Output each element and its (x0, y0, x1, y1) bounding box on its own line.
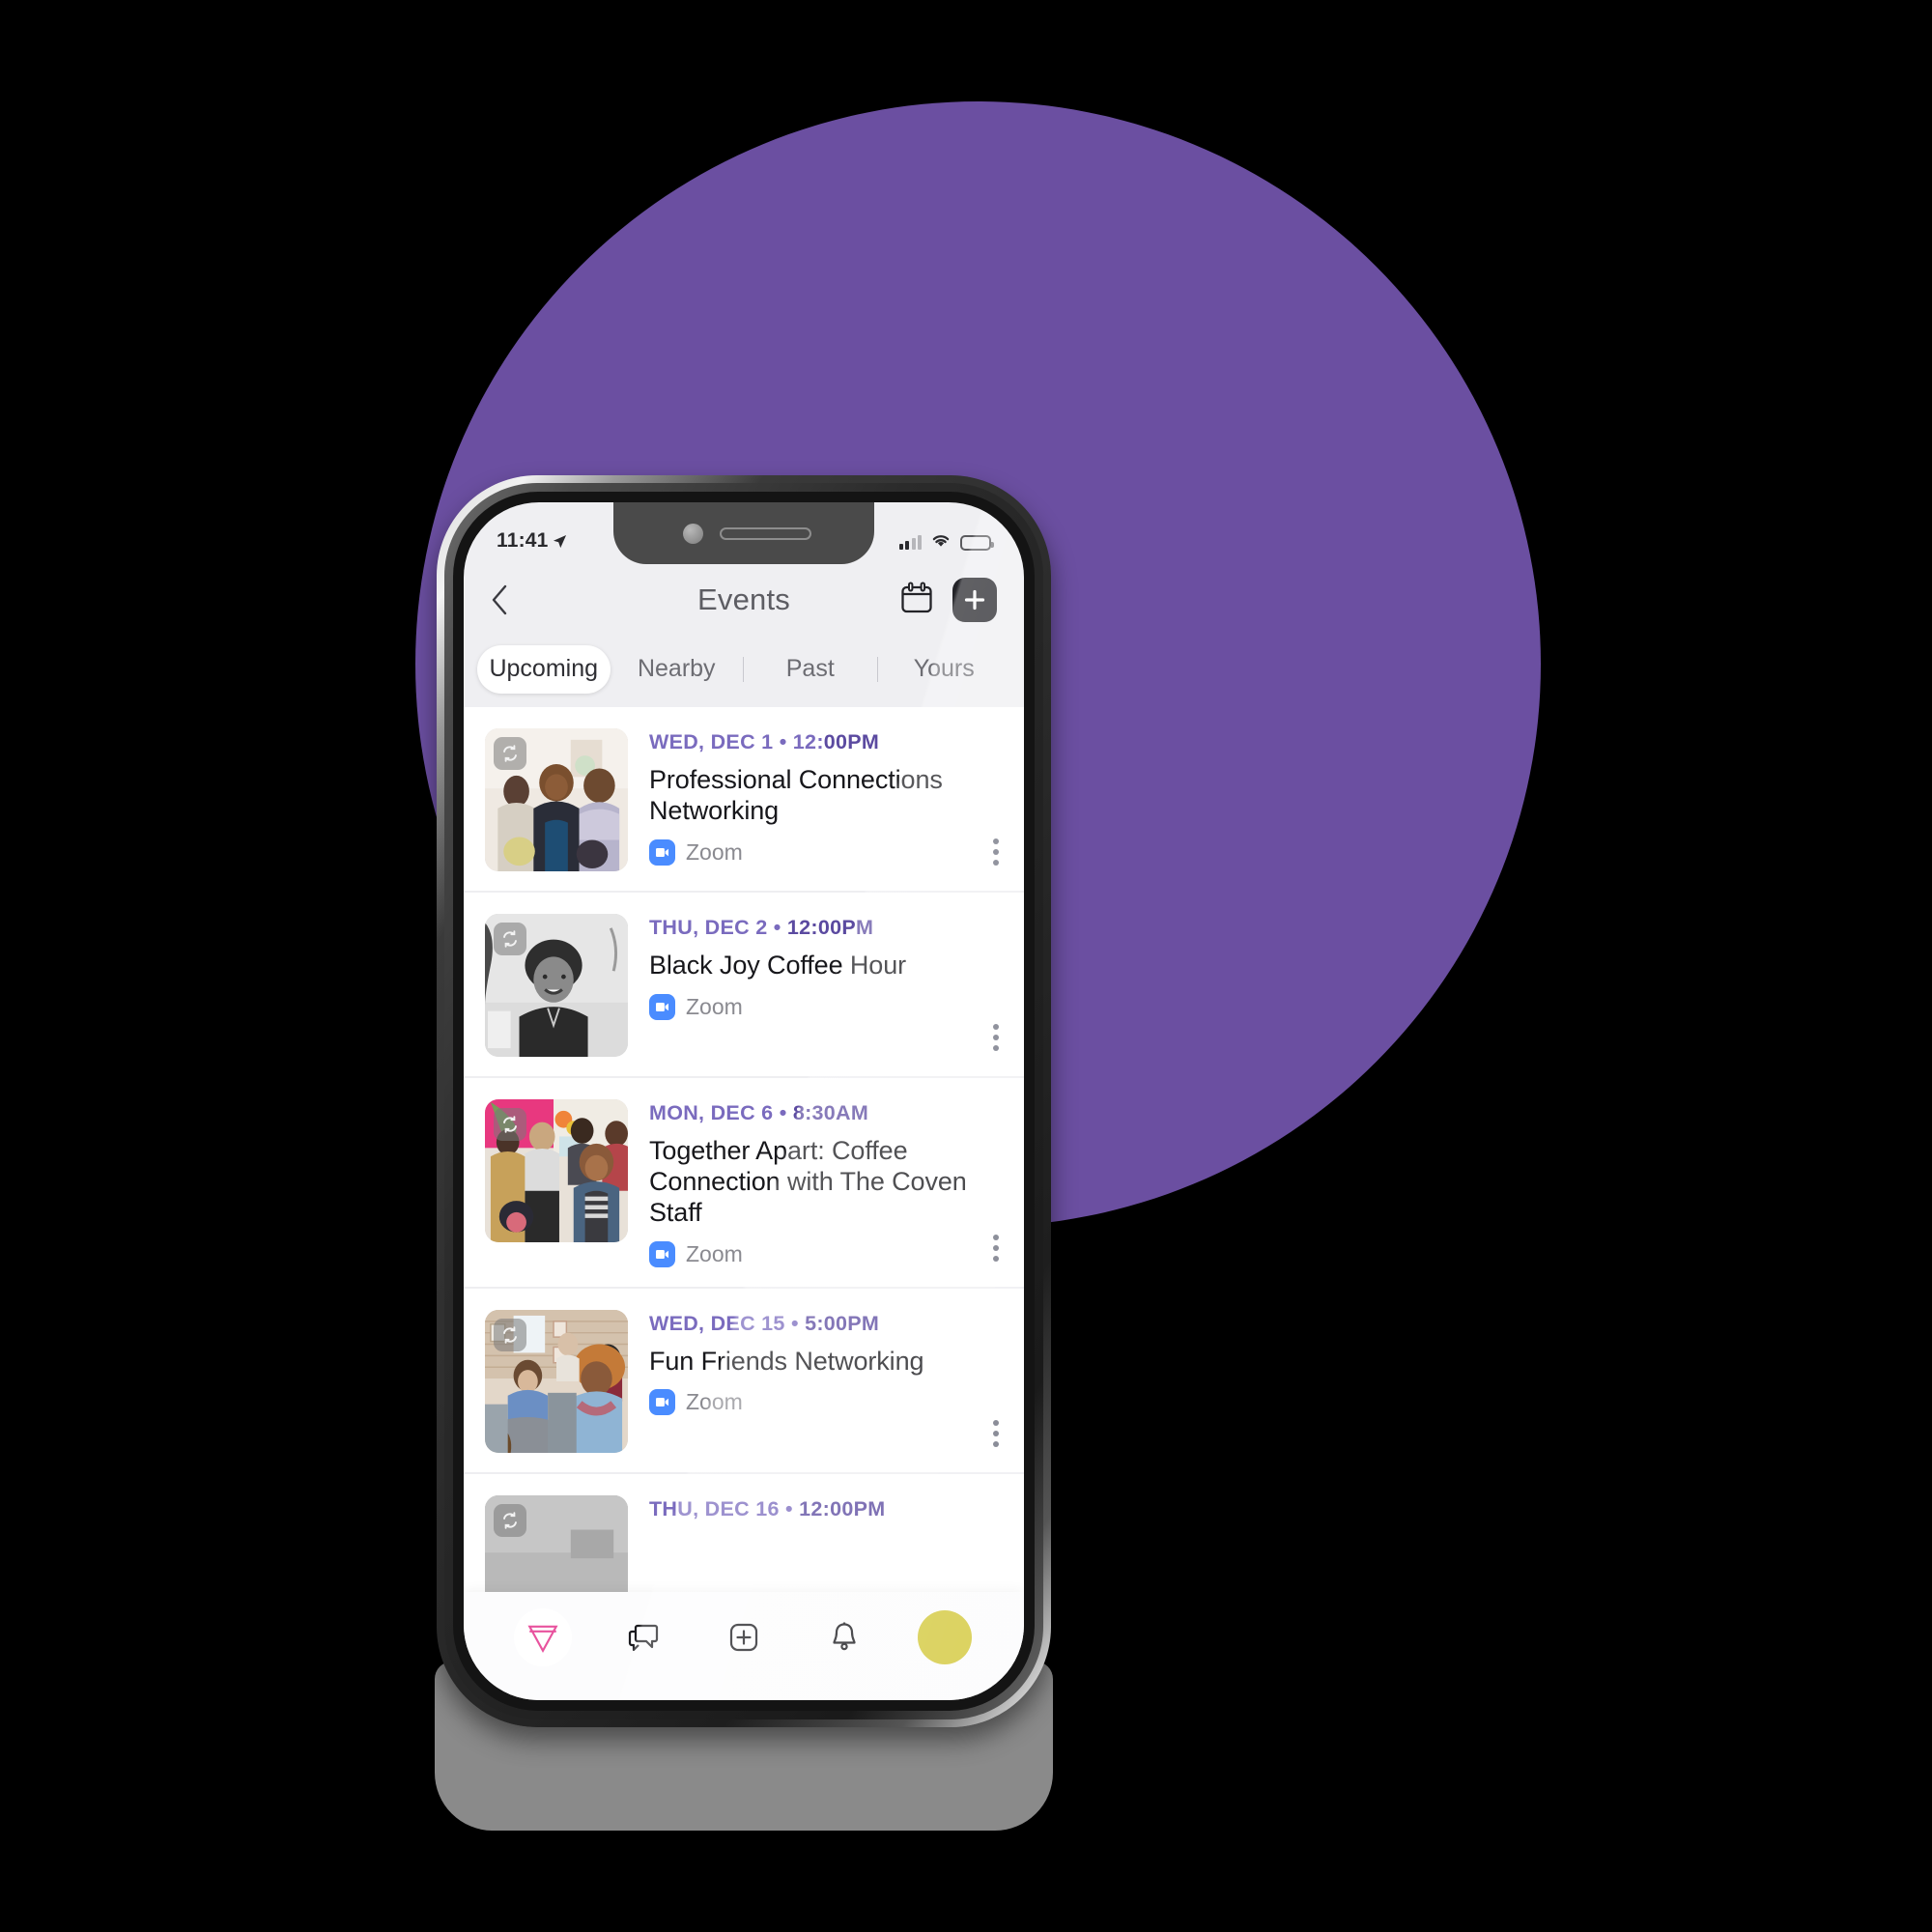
event-location: Zoom (649, 1389, 1005, 1416)
event-thumbnail-wrap (485, 728, 628, 871)
wifi-icon (930, 532, 952, 553)
event-menu-button[interactable] (993, 1419, 999, 1447)
list-item[interactable]: THU, DEC 16 • 12:00PM (464, 1474, 1024, 1596)
event-location-label: Zoom (686, 838, 743, 865)
tab-past[interactable]: Past (744, 645, 877, 694)
event-location: Zoom (649, 1240, 1005, 1267)
battery-icon (960, 534, 994, 551)
event-body: WED, DEC 1 • 12:00PM Professional Connec… (649, 728, 1005, 871)
zoom-icon (649, 838, 675, 866)
zoom-icon (649, 1389, 675, 1416)
event-body: WED, DEC 15 • 5:00PM Fun Friends Network… (649, 1310, 1005, 1453)
events-list[interactable]: WED, DEC 1 • 12:00PM Professional Connec… (464, 707, 1024, 1596)
list-item[interactable]: WED, DEC 1 • 12:00PM Professional Connec… (464, 707, 1024, 893)
chat-bubbles-icon (628, 1624, 659, 1652)
event-menu-button[interactable] (993, 1024, 999, 1051)
event-body: THU, DEC 2 • 12:00PM Black Joy Coffee Ho… (649, 914, 1005, 1057)
repeat-icon (494, 1108, 526, 1141)
nav-create-button[interactable] (714, 1607, 774, 1667)
phone-device-frame: 11:41 Events Upcoming Nearby Past Yours … (437, 475, 1051, 1727)
list-item[interactable]: WED, DEC 15 • 5:00PM Fun Friends Network… (464, 1289, 1024, 1474)
status-bar-time: 11:41 (497, 529, 549, 552)
repeat-icon (494, 1503, 526, 1537)
event-datetime: MON, DEC 6 • 8:30AM (649, 1101, 869, 1124)
list-item[interactable]: THU, DEC 2 • 12:00PM Black Joy Coffee Ho… (464, 893, 1024, 1078)
app-header: Events (464, 558, 1024, 641)
header-actions (898, 578, 997, 622)
event-thumbnail-wrap (485, 1494, 628, 1596)
add-event-button[interactable] (952, 578, 997, 622)
event-thumbnail-wrap (485, 914, 628, 1057)
event-location-label: Zoom (686, 1240, 743, 1266)
nav-messages-button[interactable] (613, 1607, 673, 1667)
bottom-navigation-bar (464, 1592, 1024, 1700)
event-title: Fun Friends Networking (649, 1346, 924, 1376)
event-datetime: WED, DEC 15 • 5:00PM (649, 1311, 880, 1335)
repeat-icon (494, 923, 526, 955)
zoom-icon (649, 1240, 675, 1267)
bell-icon (833, 1622, 856, 1651)
tab-nearby[interactable]: Nearby (611, 645, 744, 694)
calendar-icon (901, 582, 932, 612)
calendar-button[interactable] (898, 580, 935, 621)
event-datetime: WED, DEC 1 • 12:00PM (649, 730, 880, 753)
event-title: Together Apart: Coffee Connection with T… (649, 1136, 967, 1227)
event-thumbnail-wrap (485, 1309, 628, 1453)
event-title: Black Joy Coffee Hour (649, 951, 907, 980)
zoom-icon (649, 993, 675, 1020)
back-button[interactable] (491, 584, 529, 615)
event-location-label: Zoom (686, 993, 743, 1019)
repeat-icon (494, 1318, 526, 1351)
event-datetime: THU, DEC 16 • 12:00PM (649, 1496, 886, 1520)
status-bar-left: 11:41 (497, 529, 567, 553)
status-bar: 11:41 (464, 502, 1024, 558)
cellular-signal-icon (898, 535, 922, 550)
avatar (918, 1610, 972, 1664)
event-body: THU, DEC 16 • 12:00PM (649, 1495, 1005, 1596)
status-bar-right (898, 532, 994, 553)
event-thumbnail-wrap (485, 1099, 628, 1267)
list-item[interactable]: MON, DEC 6 • 8:30AM Together Apart: Coff… (464, 1078, 1024, 1289)
location-arrow-icon (553, 534, 567, 549)
event-body: MON, DEC 6 • 8:30AM Together Apart: Coff… (649, 1099, 1005, 1267)
chevron-left-icon (492, 584, 507, 615)
repeat-icon (494, 737, 526, 770)
nav-profile-button[interactable] (915, 1607, 975, 1667)
event-title: Professional Connections Networking (649, 765, 943, 825)
nav-home-button[interactable] (513, 1607, 573, 1667)
screenshot-stage: 11:41 Events Upcoming Nearby Past Yours … (0, 0, 1932, 1932)
plus-icon (964, 589, 985, 611)
events-tab-bar: Upcoming Nearby Past Yours (464, 641, 1024, 707)
event-menu-button[interactable] (993, 1234, 999, 1262)
tab-upcoming[interactable]: Upcoming (477, 645, 611, 694)
tab-yours[interactable]: Yours (878, 645, 1011, 694)
event-menu-button[interactable] (993, 838, 999, 866)
phone-screen: 11:41 Events Upcoming Nearby Past Yours … (464, 502, 1024, 1700)
plus-square-icon (729, 1623, 758, 1652)
nav-notifications-button[interactable] (814, 1607, 874, 1667)
event-location: Zoom (649, 993, 1005, 1020)
coven-triangle-logo-icon (514, 1608, 572, 1666)
event-location: Zoom (649, 838, 1005, 866)
event-location-label: Zoom (686, 1389, 743, 1415)
phone-frame-inner: 11:41 Events Upcoming Nearby Past Yours … (453, 492, 1035, 1711)
event-datetime: THU, DEC 2 • 12:00PM (649, 916, 874, 939)
